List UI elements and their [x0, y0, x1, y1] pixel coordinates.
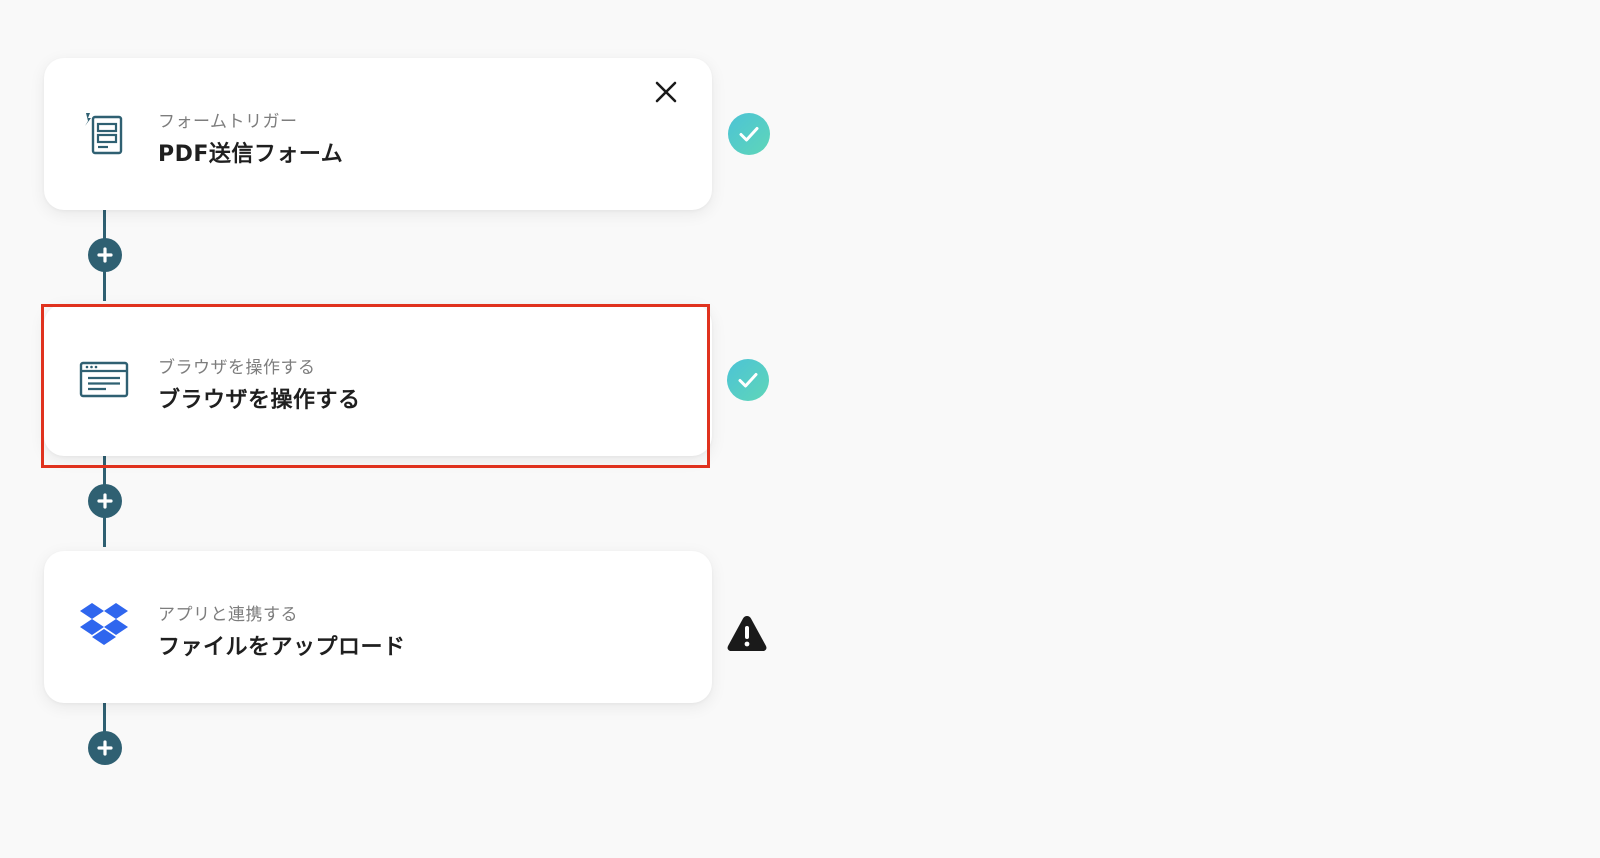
step-card-form-trigger[interactable]: フォームトリガー PDF送信フォーム	[44, 58, 712, 210]
plus-icon	[97, 493, 113, 509]
add-step-button[interactable]	[88, 238, 122, 272]
browser-window-icon	[76, 352, 132, 408]
step-status-complete	[727, 359, 769, 401]
add-step-button[interactable]	[88, 731, 122, 765]
warning-icon	[727, 616, 767, 651]
step-card-browser[interactable]: ブラウザを操作する ブラウザを操作する	[44, 304, 712, 456]
dropbox-icon	[76, 599, 132, 655]
step-title: ファイルをアップロード	[158, 635, 406, 660]
close-button[interactable]	[652, 78, 680, 106]
plus-icon	[97, 247, 113, 263]
step-type-label: ブラウザを操作する	[158, 358, 316, 378]
step-type-label: フォームトリガー	[158, 112, 298, 132]
check-icon	[727, 359, 769, 401]
form-trigger-icon	[76, 106, 132, 162]
step-status-complete	[728, 113, 770, 155]
step-title: PDF送信フォーム	[158, 142, 344, 167]
flow-canvas: フォームトリガー PDF送信フォーム ブラウザを操作する ブラウザを操作する ア…	[0, 0, 1600, 858]
check-icon	[728, 113, 770, 155]
step-status-warning	[726, 613, 768, 655]
step-title: ブラウザを操作する	[158, 388, 361, 413]
close-icon	[655, 81, 677, 103]
plus-icon	[97, 740, 113, 756]
step-card-dropbox[interactable]: アプリと連携する ファイルをアップロード	[44, 551, 712, 703]
add-step-button[interactable]	[88, 484, 122, 518]
step-type-label: アプリと連携する	[158, 605, 298, 625]
